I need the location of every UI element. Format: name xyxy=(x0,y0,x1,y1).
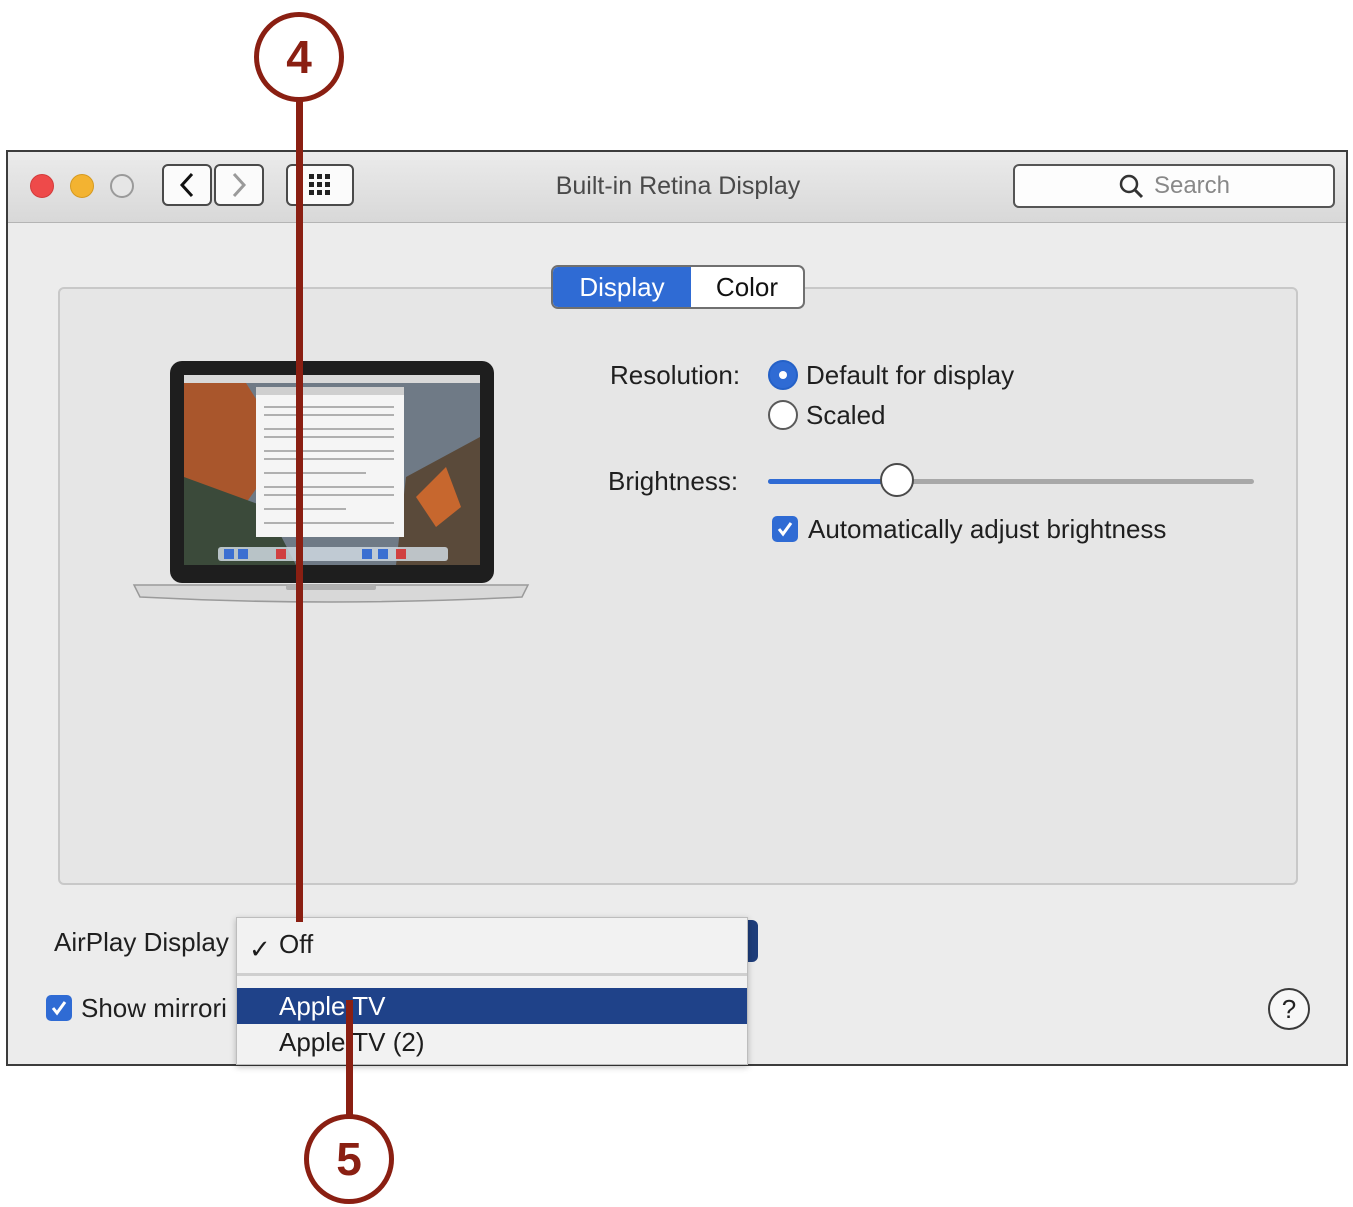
resolution-label: Resolution: xyxy=(610,360,741,390)
back-button[interactable] xyxy=(162,164,212,206)
menu-separator xyxy=(237,973,747,976)
callout-5-line xyxy=(346,1000,353,1120)
minimize-button[interactable] xyxy=(70,174,94,198)
scaled-label: Scaled xyxy=(806,400,886,430)
help-button[interactable]: ? xyxy=(1268,988,1310,1030)
show-mirroring-label: Show mirrori xyxy=(81,993,227,1023)
grid-icon xyxy=(309,174,330,195)
menu-checkmark-icon: ✓ xyxy=(249,934,271,964)
brightness-slider-knob[interactable] xyxy=(880,463,914,497)
search-icon xyxy=(1119,174,1144,199)
radio-scaled[interactable] xyxy=(768,400,798,430)
callout-4-line xyxy=(296,100,303,922)
chevron-left-icon xyxy=(179,172,194,198)
airplay-display-label: AirPlay Display xyxy=(54,927,229,957)
callout-4: 4 xyxy=(254,12,344,102)
brightness-slider-fill xyxy=(768,479,896,484)
close-button[interactable] xyxy=(30,174,54,198)
checkmark-icon xyxy=(51,1001,67,1016)
chevron-right-icon xyxy=(232,172,247,198)
window-title: Built-in Retina Display xyxy=(555,172,801,200)
menu-item-off-label: Off xyxy=(279,928,314,959)
system-preferences-window: Built-in Retina Display Search Display C… xyxy=(6,150,1348,1066)
forward-button[interactable] xyxy=(214,164,264,206)
auto-brightness-label: Automatically adjust brightness xyxy=(808,514,1167,544)
airplay-dropdown-menu: ✓ Off Apple TV Apple TV (2) xyxy=(236,917,748,1065)
brightness-label: Brightness: xyxy=(608,466,739,496)
search-placeholder: Search xyxy=(1153,172,1231,199)
macbook-illustration xyxy=(132,361,530,603)
callout-5: 5 xyxy=(304,1114,394,1204)
auto-brightness-checkbox[interactable] xyxy=(772,516,798,542)
menu-item-off[interactable]: ✓ Off xyxy=(237,926,747,965)
default-for-display-label: Default for display xyxy=(806,360,1015,390)
search-field[interactable]: Search xyxy=(1013,164,1335,208)
menu-item-apple-tv-2[interactable]: Apple TV (2) xyxy=(237,1024,747,1060)
tab-display[interactable]: Display xyxy=(553,267,691,307)
tab-control: Display Color xyxy=(551,265,805,309)
show-mirroring-checkbox[interactable] xyxy=(46,995,72,1021)
tab-color[interactable]: Color xyxy=(691,267,803,307)
checkmark-icon xyxy=(777,522,793,537)
zoom-button[interactable] xyxy=(110,174,134,198)
menu-item-apple-tv-label: Apple TV xyxy=(279,990,386,1021)
radio-default-for-display[interactable] xyxy=(768,360,798,390)
title-bar: Built-in Retina Display Search xyxy=(8,152,1346,223)
menu-item-apple-tv[interactable]: Apple TV xyxy=(237,988,747,1024)
